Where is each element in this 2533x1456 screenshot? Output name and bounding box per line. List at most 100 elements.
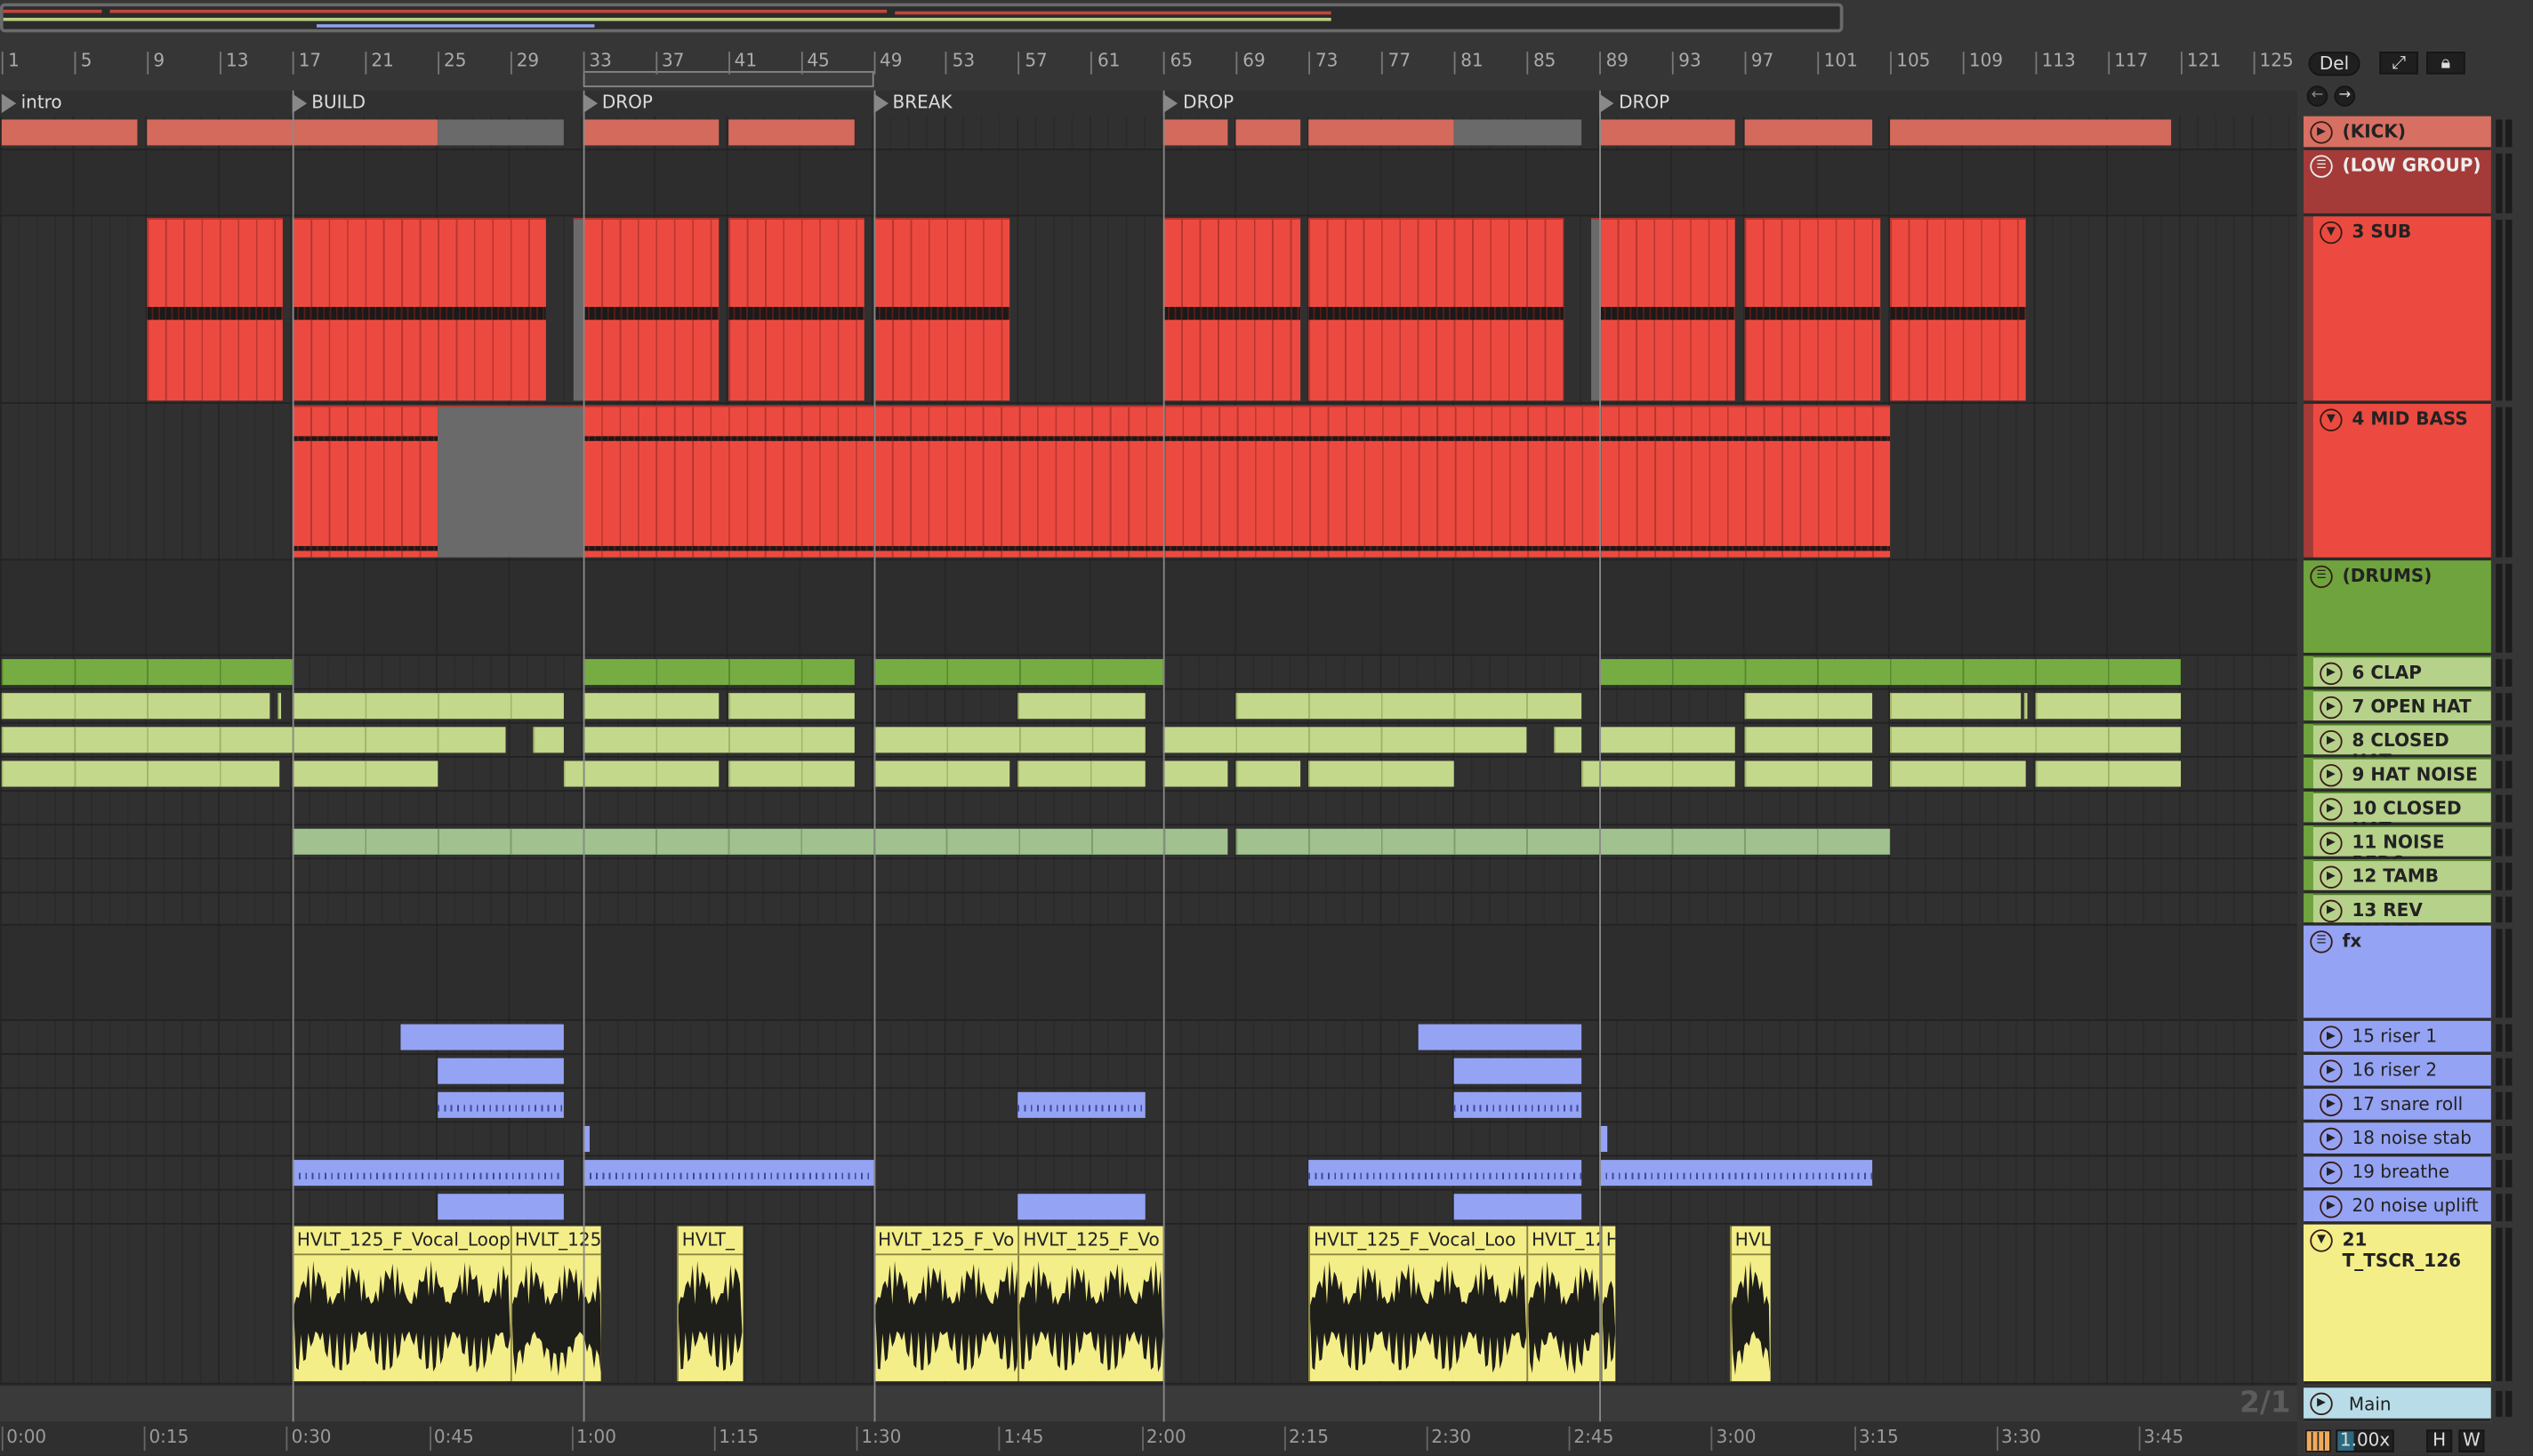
time-ruler[interactable]: 0:00 0:15 0:30 0:45 1:00 1:15 1:30 1:45 2:00 2:15… xyxy=(0,1421,2297,1456)
track-lane-fx[interactable] xyxy=(0,925,2297,1021)
locator-break[interactable]: BREAK xyxy=(872,91,953,117)
clip[interactable] xyxy=(437,1058,565,1084)
locator-drop[interactable]: DROP xyxy=(1599,91,1669,117)
play-icon[interactable]: ▶ xyxy=(2320,662,2343,686)
follow-button[interactable]: ||| xyxy=(2304,1429,2331,1452)
clip[interactable] xyxy=(1236,760,1300,787)
track-header-16-riser-2[interactable]: ▶ 16 riser 2 xyxy=(2304,1055,2491,1090)
clip[interactable] xyxy=(583,760,720,787)
clip[interactable] xyxy=(583,727,856,753)
clip[interactable] xyxy=(1454,119,1581,146)
track-lane-4-mid-bass[interactable] xyxy=(0,404,2297,561)
play-icon[interactable]: ▶ xyxy=(2320,1161,2343,1185)
clip[interactable] xyxy=(437,405,583,558)
clip[interactable] xyxy=(147,218,284,401)
play-icon[interactable]: ▶ xyxy=(2320,865,2343,889)
play-icon[interactable]: ▶ xyxy=(2320,764,2343,787)
track-lane-12-tamb[interactable] xyxy=(0,859,2297,894)
clip[interactable] xyxy=(583,659,856,686)
clip[interactable] xyxy=(2024,693,2029,720)
clip[interactable] xyxy=(2035,760,2181,787)
clip[interactable] xyxy=(564,760,583,787)
clip[interactable]: HVLT_ xyxy=(677,1226,743,1381)
group-icon[interactable]: ☰ xyxy=(2310,565,2333,589)
fold-triangle-icon[interactable]: ▼ xyxy=(2310,1229,2333,1252)
clip[interactable] xyxy=(583,1160,873,1187)
clip[interactable] xyxy=(872,760,1009,787)
clip[interactable] xyxy=(1599,659,2181,686)
clip[interactable] xyxy=(1590,218,1600,401)
track-header-low-group[interactable]: ☰ (LOW GROUP) xyxy=(2304,149,2491,217)
clip[interactable] xyxy=(728,218,864,401)
track-header-4-mid-bass[interactable]: ▼ 4 MID BASS xyxy=(2304,404,2491,561)
next-locator-button[interactable]: → xyxy=(2334,85,2356,107)
clip[interactable] xyxy=(292,405,438,558)
play-icon[interactable]: ▶ xyxy=(2320,1195,2343,1219)
clip[interactable] xyxy=(872,218,1009,401)
track-header-kick[interactable]: ▶ (KICK) xyxy=(2304,116,2491,150)
clip[interactable]: HVLT_125 xyxy=(510,1226,601,1381)
clip[interactable] xyxy=(1018,760,1146,787)
clip[interactable] xyxy=(573,218,583,401)
clip[interactable] xyxy=(2035,693,2181,720)
clip[interactable] xyxy=(437,119,565,146)
clip[interactable] xyxy=(533,727,565,753)
main-track-header[interactable]: ▶ Main xyxy=(2304,1388,2491,1422)
clip[interactable] xyxy=(1,760,280,787)
clip[interactable] xyxy=(1236,828,1890,855)
track-lane-17-snare-roll[interactable] xyxy=(0,1089,2297,1123)
clip[interactable] xyxy=(1580,760,1600,787)
clip[interactable] xyxy=(1454,1058,1581,1084)
clip[interactable] xyxy=(728,760,856,787)
track-lane-8-closed-hat[interactable] xyxy=(0,723,2297,758)
delete-button[interactable]: Del xyxy=(2308,52,2360,76)
track-header-15-riser-1[interactable]: ▶ 15 riser 1 xyxy=(2304,1020,2491,1056)
clip[interactable] xyxy=(1308,760,1454,787)
clip[interactable] xyxy=(872,727,1146,753)
lock-button[interactable]: 🔒︎ xyxy=(2426,52,2465,75)
clip[interactable] xyxy=(1018,1091,1146,1118)
track-lane-21-t-tscr-126[interactable]: HVLT_125_F_Vocal_Loop HVLT_125 HVLT_ HVLT_1… xyxy=(0,1224,2297,1385)
track-lane-7-open-hat[interactable] xyxy=(0,689,2297,724)
play-icon[interactable]: ▶ xyxy=(2320,798,2343,821)
clip[interactable]: HVL xyxy=(1730,1226,1771,1381)
clip[interactable] xyxy=(1308,218,1564,401)
clip[interactable] xyxy=(583,693,720,720)
previous-locator-button[interactable]: ← xyxy=(2306,85,2328,107)
clip[interactable] xyxy=(1454,1194,1581,1220)
clip[interactable] xyxy=(292,828,1227,855)
locator-drop[interactable]: DROP xyxy=(583,91,653,117)
w-button[interactable]: W xyxy=(2458,1429,2485,1452)
clip[interactable] xyxy=(1599,1160,1872,1187)
clip[interactable] xyxy=(1163,760,1227,787)
play-icon[interactable]: ▶ xyxy=(2320,1127,2343,1151)
locator-drop[interactable]: DROP xyxy=(1163,91,1234,117)
clip[interactable] xyxy=(1,693,270,720)
clip[interactable] xyxy=(400,1024,565,1050)
track-lane-16-riser-2[interactable] xyxy=(0,1055,2297,1090)
group-icon[interactable]: ☰ xyxy=(2310,155,2333,178)
track-lane-10-closed-hat[interactable] xyxy=(0,791,2297,826)
track-header-fx[interactable]: ☰ fx xyxy=(2304,925,2491,1021)
clip[interactable] xyxy=(292,760,438,787)
clip[interactable] xyxy=(1163,218,1300,401)
clip[interactable] xyxy=(1,659,293,686)
track-header-3-sub[interactable]: ▼ 3 SUB xyxy=(2304,216,2491,405)
clip[interactable] xyxy=(583,405,1890,558)
track-lane-18-noise-stab[interactable] xyxy=(0,1122,2297,1157)
clip[interactable] xyxy=(1599,119,1736,146)
clip[interactable] xyxy=(1744,119,1872,146)
track-header-18-noise-stab[interactable]: ▶ 18 noise stab xyxy=(2304,1122,2491,1157)
clip[interactable]: HVLT_125_F_Vocal_Loop xyxy=(292,1226,511,1381)
clip[interactable] xyxy=(1163,119,1227,146)
draw-mode-button[interactable]: ⤢ xyxy=(2379,52,2419,75)
track-header-7-open-hat[interactable]: ▶ 7 OPEN HAT xyxy=(2304,689,2491,724)
clip[interactable] xyxy=(1599,727,1736,753)
track-lane-kick[interactable] xyxy=(0,116,2297,150)
clip[interactable] xyxy=(1,119,138,146)
h-button[interactable]: H xyxy=(2426,1429,2453,1452)
clip[interactable]: HVLT_12 xyxy=(1526,1226,1602,1381)
clip[interactable] xyxy=(1889,693,2021,720)
fold-triangle-icon[interactable]: ▼ xyxy=(2320,221,2343,245)
track-header-21-t-tscr-126[interactable]: ▼ 21 T_TSCR_126 xyxy=(2304,1224,2491,1385)
